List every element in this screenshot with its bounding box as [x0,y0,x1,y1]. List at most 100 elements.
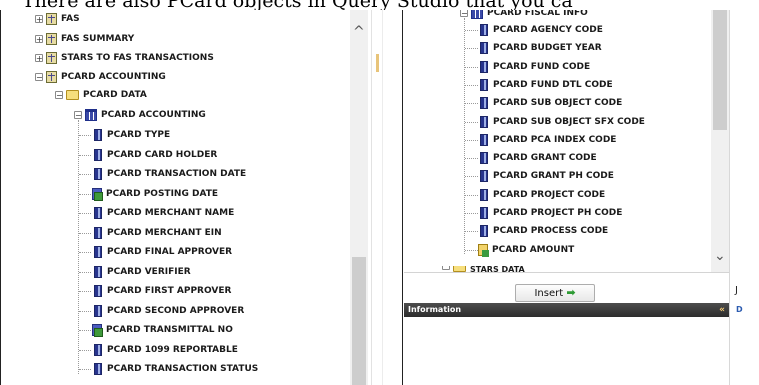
dimension-icon [94,285,102,297]
tree-folder-label: PCARD DATA [83,90,147,100]
tree-connector [465,121,478,123]
tree-field[interactable]: PCARD PCA INDEX CODE [478,132,616,148]
tree-connector [465,213,478,214]
tree-group[interactable]: − PCARD ACCOUNTING [74,107,206,123]
tree-item[interactable]: + FAS [35,11,80,27]
tree-field[interactable]: PCARD SUB OBJECT CODE [478,95,622,111]
tree-field[interactable]: PCARD TYPE [92,127,170,143]
scroll-up-arrow-icon[interactable]: ^ [353,24,365,40]
collapse-icon[interactable] [442,266,450,270]
expand-icon[interactable]: + [35,15,43,24]
tree-connector [465,231,478,233]
information-bar[interactable]: Information « [404,303,729,317]
dimension-icon [94,363,102,375]
dimension-icon [94,226,102,239]
tree-field[interactable]: PCARD PROJECT CODE [478,187,605,203]
tree-connector [465,194,478,196]
tree-field[interactable]: PCARD GRANT CODE [478,150,597,166]
tree-field[interactable]: PCARD SUB OBJECT SFX CODE [478,114,645,130]
tree-field[interactable]: PCARD TRANSMITTAL NO [92,322,233,338]
tree-field-label: PCARD PROJECT PH CODE [493,208,623,218]
tree-item[interactable]: + STARS TO FAS TRANSACTIONS [35,50,214,66]
tree-field[interactable]: PCARD BUDGET YEAR [478,40,602,56]
tree-item[interactable]: − PCARD ACCOUNTING [35,69,166,85]
tree-field[interactable]: PCARD 1099 REPORTABLE [92,342,238,358]
tree-connector [79,271,91,273]
tree-field[interactable]: PCARD SECOND APPROVER [92,303,244,319]
tree-field[interactable]: PCARD MERCHANT NAME [92,205,234,221]
collapse-icon[interactable]: − [74,111,82,120]
tree-field-label: PCARD TRANSMITTAL NO [106,325,233,335]
right-panel-border [729,10,730,385]
dimension-icon [94,129,102,141]
right-scrollbar-thumb[interactable] [713,10,727,130]
dimension-icon [480,152,488,165]
tree-field[interactable]: PCARD FIRST APPROVER [92,283,231,299]
tree-field-label: PCARD GRANT PH CODE [493,171,614,182]
side-letter-j: J [735,285,738,296]
tree-field[interactable]: PCARD PROCESS CODE [478,223,608,239]
tree-connector [79,349,91,351]
left-scrollbar[interactable]: ^ [350,10,368,385]
tree-field-label: PCARD TRANSACTION STATUS [107,364,259,374]
tree-group-label: PCARD FISCAL INFO [487,10,588,18]
expand-icon[interactable]: + [35,34,43,43]
edge-divider [382,10,383,385]
tree-field-label: PCARD VERIFIER [107,266,191,277]
insert-button[interactable]: Insert ➡ [515,284,595,302]
tree-folder[interactable]: − PCARD DATA [55,87,147,103]
tree-field-label: PCARD FIRST APPROVER [107,286,232,296]
tree-field[interactable]: PCARD PROJECT PH CODE [478,205,622,221]
right-tree-panel: − PCARD FISCAL INFO PCARD AGENCY CODE PCARD… [404,10,759,385]
dimension-icon [480,225,488,238]
tree-field[interactable]: PCARD AGENCY CODE [478,22,603,38]
tree-field-label: PCARD AGENCY CODE [493,25,603,35]
tree-item-label: PCARD ACCOUNTING [61,71,166,82]
left-scrollbar-thumb[interactable] [352,257,366,385]
tree-field[interactable]: PCARD TRANSACTION DATE [92,166,246,182]
collapse-icon[interactable]: − [460,10,468,18]
tree-item[interactable]: + FAS SUMMARY [35,31,134,47]
tree-item-label: FAS [61,14,80,24]
tree-connector [79,135,91,136]
tree-field[interactable]: PCARD FUND DTL CODE [478,77,613,93]
tree-connector [79,291,91,292]
collapse-icon[interactable]: − [55,91,63,100]
query-subject-icon [85,109,97,121]
tree-field[interactable]: PCARD VERIFIER [92,264,191,280]
tree-field-label: PCARD TRANSACTION DATE [107,169,247,179]
tree-field[interactable]: PCARD GRANT PH CODE [478,168,614,184]
tree-field[interactable]: PCARD MERCHANT EIN [92,225,222,241]
right-scrollbar[interactable]: ⌄ [711,10,729,272]
tree-field-label: PCARD PROCESS CODE [493,226,609,237]
tree-field-label: PCARD AMOUNT [492,244,575,255]
dimension-icon [480,24,488,36]
date-icon [92,324,103,337]
tree-connector [465,176,478,178]
tree-field[interactable]: PCARD FUND CODE [478,59,590,75]
collapse-icon[interactable]: « [719,303,725,317]
measure-icon [478,243,489,257]
green-arrow-icon: ➡ [566,286,576,299]
tree-connector [465,84,478,86]
tree-field-label: PCARD MERCHANT EIN [107,227,222,238]
tree-field[interactable]: PCARD CARD HOLDER [92,147,217,163]
expand-icon[interactable]: + [35,53,43,62]
table-icon [46,32,57,45]
tree-field[interactable]: PCARD AMOUNT [478,242,574,258]
tree-field[interactable]: PCARD POSTING DATE [92,186,218,202]
dimension-icon [480,170,488,183]
table-icon [46,51,57,64]
dimension-icon [480,207,488,219]
scroll-down-arrow-icon[interactable]: ⌄ [714,248,726,264]
tree-field[interactable]: PCARD FINAL APPROVER [92,244,232,260]
collapse-icon[interactable]: − [35,72,43,81]
tree-group[interactable]: − PCARD FISCAL INFO [460,10,588,21]
tree-connector [79,369,91,370]
tree-connector [465,139,478,141]
tree-field[interactable]: PCARD TRANSACTION STATUS [92,361,258,377]
tree-field-label: PCARD BUDGET YEAR [493,43,602,54]
tree-group-label: PCARD ACCOUNTING [101,110,206,120]
table-icon [46,70,57,83]
tree-field-label: PCARD CARD HOLDER [107,149,218,160]
